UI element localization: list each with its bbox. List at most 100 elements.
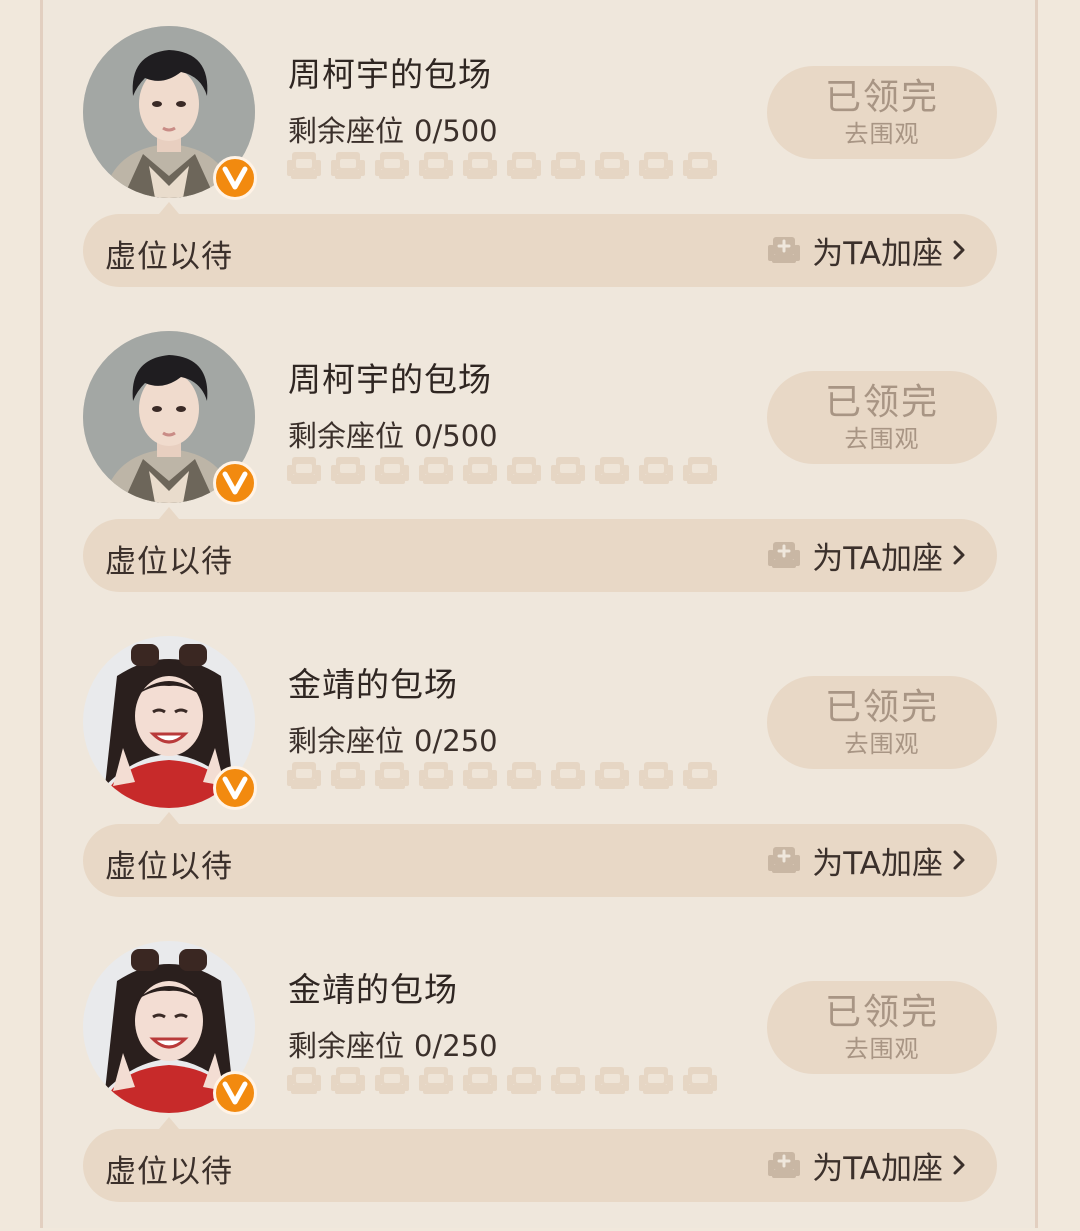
- armchair-icon: [463, 152, 497, 179]
- chevron-right-icon: [953, 850, 965, 870]
- session-title: 金靖的包场: [288, 970, 458, 1009]
- watch-label: 去围观: [844, 729, 920, 758]
- armchair-icon: [287, 457, 321, 484]
- remaining-seats-label: 剩余座位: [288, 1029, 405, 1063]
- claimed-button[interactable]: 已领完 去围观: [767, 371, 997, 464]
- armchair-icon: [419, 1067, 453, 1094]
- armchair-icon: [287, 1067, 321, 1094]
- armchair-icon: [551, 457, 585, 484]
- armchair-icon: [639, 762, 673, 789]
- armchair-icon: [375, 457, 409, 484]
- remaining-seats-count: 0/500: [414, 419, 498, 453]
- chevron-right-icon: [953, 545, 965, 565]
- seat-card: 金靖的包场 剩余座位 0/250 已领完 去围观 虚位以待 为TA加座: [83, 941, 997, 1231]
- armchair-icon: [463, 1067, 497, 1094]
- remaining-seats-label: 剩余座位: [288, 724, 405, 758]
- seat-icons-row: [286, 760, 718, 792]
- add-seat-icon: [768, 542, 801, 568]
- add-seat-label: 为TA加座: [812, 1150, 943, 1187]
- remaining-seats-label: 剩余座位: [288, 419, 405, 453]
- add-seat-button[interactable]: 为TA加座: [766, 838, 967, 882]
- add-seat-button[interactable]: 为TA加座: [766, 1143, 967, 1187]
- armchair-icon: [331, 152, 365, 179]
- armchair-icon: [287, 152, 321, 179]
- armchair-icon: [595, 152, 629, 179]
- session-title: 周柯宇的包场: [288, 55, 492, 94]
- armchair-icon: [639, 1067, 673, 1094]
- armchair-icon: [507, 457, 541, 484]
- remaining-seats: 剩余座位 0/250: [288, 1023, 498, 1065]
- waiting-label: 虚位以待: [105, 849, 233, 885]
- claimed-button[interactable]: 已领完 去围观: [767, 981, 997, 1074]
- waiting-bar: 虚位以待 为TA加座: [83, 824, 997, 897]
- armchair-icon: [551, 762, 585, 789]
- waiting-label: 虚位以待: [105, 1154, 233, 1190]
- armchair-icon: [507, 1067, 541, 1094]
- add-seat-label: 为TA加座: [812, 235, 943, 272]
- watch-label: 去围观: [844, 424, 920, 453]
- add-seat-icon: [768, 1152, 801, 1178]
- armchair-icon: [595, 1067, 629, 1094]
- add-seat-label: 为TA加座: [812, 845, 943, 882]
- armchair-icon: [463, 762, 497, 789]
- add-seat-icon: [768, 237, 801, 263]
- chevron-right-icon: [953, 240, 965, 260]
- seat-card: 周柯宇的包场 剩余座位 0/500 已领完 去围观 虚位以待 为TA加座: [83, 331, 997, 621]
- seat-icons-row: [286, 1065, 718, 1097]
- armchair-icon: [419, 762, 453, 789]
- remaining-seats-count: 0/250: [414, 1029, 498, 1063]
- armchair-icon: [419, 457, 453, 484]
- remaining-seats-label: 剩余座位: [288, 114, 405, 148]
- add-seat-button[interactable]: 为TA加座: [766, 228, 967, 272]
- armchair-icon: [375, 762, 409, 789]
- bubble-pointer: [159, 507, 179, 519]
- armchair-icon: [683, 457, 717, 484]
- v-badge-icon: [213, 461, 257, 505]
- armchair-icon: [507, 152, 541, 179]
- add-seat-icon: [768, 847, 801, 873]
- bubble-pointer: [159, 202, 179, 214]
- watch-label: 去围观: [844, 1034, 920, 1063]
- waiting-bar: 虚位以待 为TA加座: [83, 519, 997, 592]
- armchair-icon: [595, 762, 629, 789]
- add-seat-label: 为TA加座: [812, 540, 943, 577]
- armchair-icon: [419, 152, 453, 179]
- remaining-seats: 剩余座位 0/500: [288, 108, 498, 150]
- armchair-icon: [507, 762, 541, 789]
- armchair-icon: [375, 152, 409, 179]
- session-title: 周柯宇的包场: [288, 360, 492, 399]
- armchair-icon: [375, 1067, 409, 1094]
- armchair-icon: [287, 762, 321, 789]
- armchair-icon: [683, 762, 717, 789]
- v-badge-icon: [213, 1071, 257, 1115]
- remaining-seats-count: 0/250: [414, 724, 498, 758]
- remaining-seats-count: 0/500: [414, 114, 498, 148]
- waiting-label: 虚位以待: [105, 239, 233, 275]
- armchair-icon: [331, 1067, 365, 1094]
- armchair-icon: [331, 457, 365, 484]
- remaining-seats: 剩余座位 0/500: [288, 413, 498, 455]
- armchair-icon: [639, 457, 673, 484]
- session-title: 金靖的包场: [288, 665, 458, 704]
- claimed-button[interactable]: 已领完 去围观: [767, 676, 997, 769]
- v-badge-icon: [213, 156, 257, 200]
- claimed-label: 已领完: [824, 991, 939, 1033]
- waiting-bar: 虚位以待 为TA加座: [83, 214, 997, 287]
- claimed-button[interactable]: 已领完 去围观: [767, 66, 997, 159]
- remaining-seats: 剩余座位 0/250: [288, 718, 498, 760]
- claimed-label: 已领完: [824, 76, 939, 118]
- armchair-icon: [595, 457, 629, 484]
- armchair-icon: [463, 457, 497, 484]
- v-badge-icon: [213, 766, 257, 810]
- claimed-label: 已领完: [824, 381, 939, 423]
- bubble-pointer: [159, 1117, 179, 1129]
- armchair-icon: [551, 1067, 585, 1094]
- seat-icons-row: [286, 455, 718, 487]
- watch-label: 去围观: [844, 119, 920, 148]
- waiting-bar: 虚位以待 为TA加座: [83, 1129, 997, 1202]
- bubble-pointer: [159, 812, 179, 824]
- armchair-icon: [683, 1067, 717, 1094]
- add-seat-button[interactable]: 为TA加座: [766, 533, 967, 577]
- armchair-icon: [639, 152, 673, 179]
- seat-card: 金靖的包场 剩余座位 0/250 已领完 去围观 虚位以待 为TA加座: [83, 636, 997, 926]
